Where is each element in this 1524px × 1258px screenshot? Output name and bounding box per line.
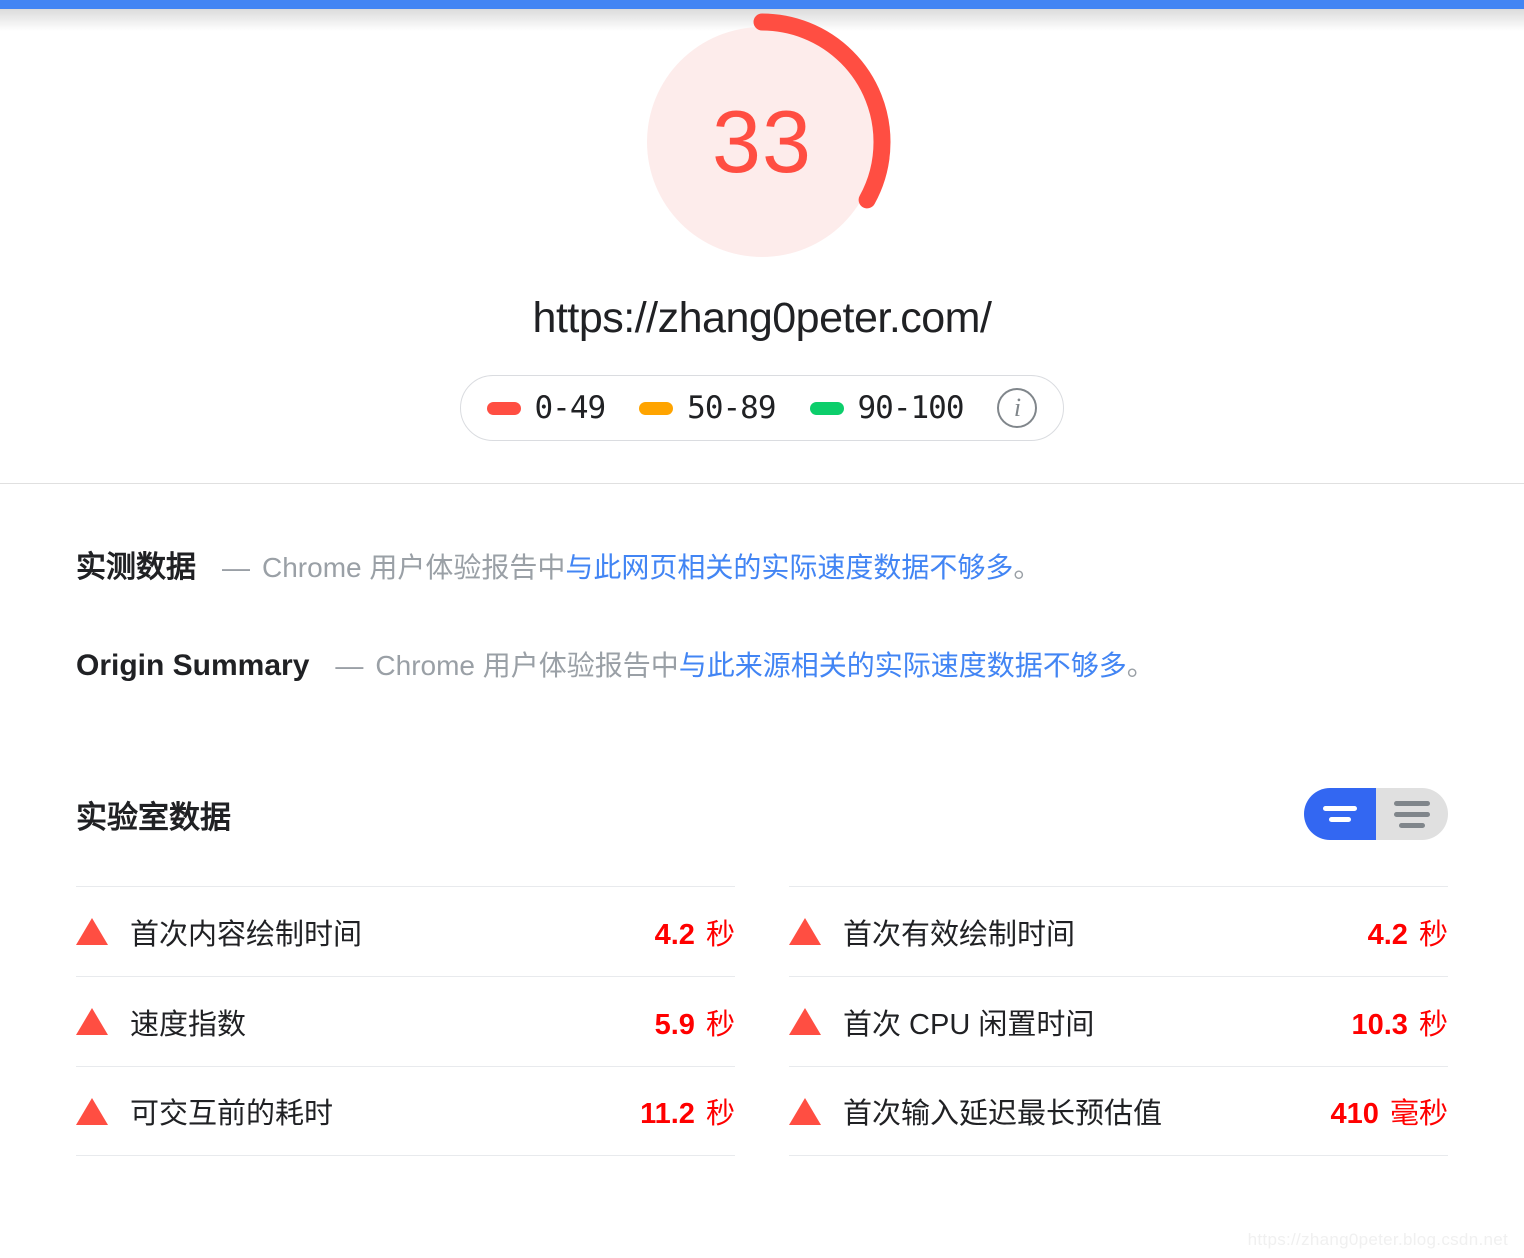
view-toggle[interactable]	[1304, 788, 1448, 840]
lab-metrics-grid: 首次内容绘制时间 4.2 秒速度指数 5.9 秒可交互前的耗时 11.2 秒 首次有效…	[76, 886, 1448, 1156]
triangle-warning-icon	[76, 918, 108, 945]
metric-row[interactable]: 可交互前的耗时 11.2 秒	[76, 1066, 735, 1156]
legend-label-poor: 0-49	[534, 390, 607, 426]
metric-label: 首次输入延迟最长预估值	[843, 1098, 1163, 1130]
metric-row[interactable]: 速度指数 5.9 秒	[76, 976, 735, 1066]
metric-value: 11.2 秒	[640, 1090, 735, 1132]
legend-label-average: 50-89	[687, 390, 776, 426]
metric-value: 10.3 秒	[1351, 1001, 1448, 1043]
compact-view-icon-line-2	[1329, 817, 1351, 822]
field-data-title: 实测数据	[76, 551, 196, 584]
score-legend: 0-49 50-89 90-100 i	[459, 375, 1065, 441]
triangle-warning-icon	[789, 918, 821, 945]
legend-item-poor: 0-49	[486, 390, 607, 426]
field-data-suffix: 。	[1013, 552, 1042, 583]
compact-view-icon-line-1	[1323, 806, 1357, 811]
metric-unit: 秒	[1410, 1008, 1448, 1041]
triangle-warning-icon	[789, 1008, 821, 1035]
info-icon[interactable]: i	[997, 388, 1038, 428]
metric-value: 410 毫秒	[1331, 1090, 1448, 1132]
metric-row[interactable]: 首次内容绘制时间 4.2 秒	[76, 886, 735, 976]
metric-number: 10.3	[1351, 1008, 1408, 1041]
metric-label: 可交互前的耗时	[130, 1098, 334, 1130]
main-content: 实测数据 — Chrome 用户体验报告中与此网页相关的实际速度数据不够多。 Or…	[0, 542, 1524, 1156]
triangle-warning-icon	[789, 1097, 821, 1125]
metric-number: 4.2	[1367, 918, 1408, 951]
origin-summary-block: Origin Summary — Chrome 用户体验报告中与此来源相关的实际速…	[76, 644, 1448, 684]
metric-label: 首次 CPU 闲置时间	[843, 1008, 1095, 1041]
triangle-warning-icon	[76, 1008, 108, 1035]
metric-number: 410	[1330, 1098, 1379, 1130]
metric-label: 首次内容绘制时间	[130, 918, 363, 951]
origin-summary-description: — Chrome 用户体验报告中与此来源相关的实际速度数据不够多。	[335, 644, 1154, 684]
origin-summary-title: Origin Summary	[76, 649, 310, 682]
metric-value: 5.9 秒	[655, 1001, 735, 1043]
origin-summary-link[interactable]: 与此来源相关的实际速度数据不够多	[679, 650, 1127, 681]
metric-label: 速度指数	[130, 1008, 247, 1041]
metric-number: 5.9	[654, 1008, 695, 1041]
metric-unit: 秒	[697, 918, 735, 951]
metric-row[interactable]: 首次 CPU 闲置时间 10.3 秒	[789, 976, 1448, 1066]
watermark: https://zhang0peter.blog.csdn.net	[1247, 1230, 1508, 1249]
page-load-progress-bar	[0, 0, 1524, 9]
metric-number: 11.2	[640, 1098, 695, 1130]
field-data-block: 实测数据 — Chrome 用户体验报告中与此网页相关的实际速度数据不够多。	[76, 542, 1448, 586]
field-data-link[interactable]: 与此网页相关的实际速度数据不够多	[565, 552, 1013, 583]
origin-summary-dash: —	[335, 650, 364, 681]
metrics-column-right: 首次有效绘制时间 4.2 秒首次 CPU 闲置时间 10.3 秒首次输入延迟最长预估…	[789, 886, 1448, 1156]
origin-summary-suffix: 。	[1126, 650, 1155, 681]
score-value: 33	[712, 92, 812, 191]
lab-data-header: 实验室数据	[76, 788, 1448, 840]
metrics-column-left: 首次内容绘制时间 4.2 秒速度指数 5.9 秒可交互前的耗时 11.2 秒	[76, 886, 735, 1156]
metric-row[interactable]: 首次输入延迟最长预估值 410 毫秒	[789, 1066, 1448, 1156]
metric-number: 4.2	[654, 918, 695, 951]
list-view-icon-line-3	[1399, 822, 1425, 828]
toggle-compact-view[interactable]	[1304, 788, 1376, 840]
legend-item-average: 50-89	[639, 390, 777, 426]
metric-value: 4.2 秒	[1368, 911, 1448, 953]
performance-score-gauge: 33	[632, 12, 892, 272]
metric-row[interactable]: 首次有效绘制时间 4.2 秒	[789, 886, 1448, 976]
legend-swatch-orange	[639, 401, 674, 415]
legend-swatch-red	[486, 401, 521, 415]
metric-value: 4.2 秒	[655, 911, 735, 953]
legend-swatch-green	[809, 401, 844, 415]
metric-unit: 秒	[697, 1098, 735, 1130]
list-view-icon-line-1	[1394, 800, 1430, 806]
legend-label-good: 90-100	[857, 390, 965, 426]
field-data-prefix: Chrome 用户体验报告中	[262, 552, 566, 583]
metric-label: 首次有效绘制时间	[843, 918, 1076, 951]
metric-unit: 秒	[1410, 918, 1448, 951]
metric-unit: 毫秒	[1381, 1098, 1448, 1130]
origin-summary-prefix: Chrome 用户体验报告中	[375, 650, 679, 681]
page-title: https://zhang0peter.com/	[532, 294, 992, 342]
field-data-dash: —	[222, 552, 250, 583]
metric-unit: 秒	[697, 1008, 735, 1041]
field-data-description: — Chrome 用户体验报告中与此网页相关的实际速度数据不够多。	[222, 546, 1041, 586]
lab-data-title: 实验室数据	[76, 799, 231, 835]
toggle-list-view[interactable]	[1376, 788, 1448, 840]
list-view-icon-line-2	[1394, 811, 1430, 817]
section-divider	[0, 483, 1524, 484]
score-hero: 33 https://zhang0peter.com/ 0-49 50-89 9…	[0, 0, 1524, 441]
legend-item-good: 90-100	[809, 390, 965, 426]
triangle-warning-icon	[76, 1097, 108, 1125]
